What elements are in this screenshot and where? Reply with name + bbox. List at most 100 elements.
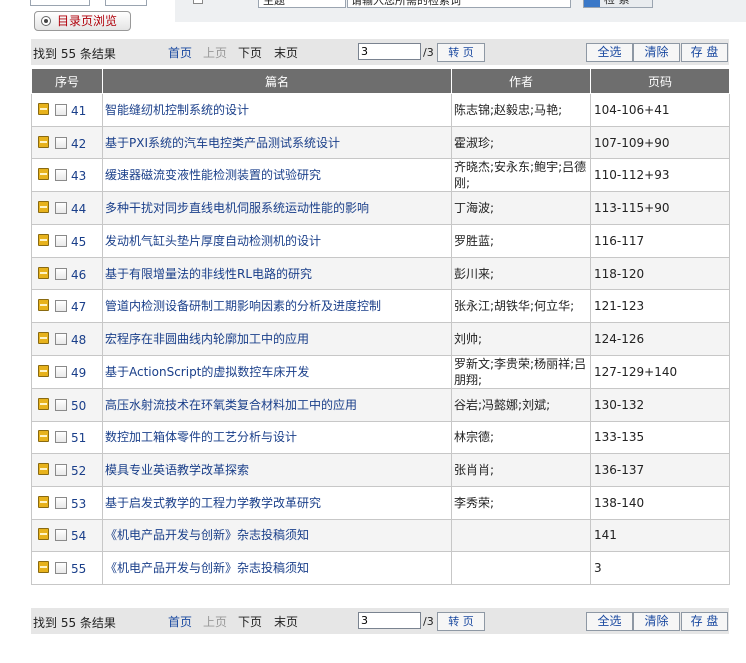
save-button[interactable]: 存 盘 (681, 612, 728, 631)
book-icon[interactable] (38, 135, 49, 148)
article-title-link[interactable]: 基于启发式教学的工程力学教学改革研究 (102, 485, 452, 520)
save-button[interactable]: 存 盘 (681, 43, 728, 62)
pages-cell: 116-117 (590, 224, 730, 258)
article-title-link[interactable]: 发动机气缸头垫片厚度自动检测机的设计 (102, 224, 452, 258)
row-checkbox[interactable] (55, 136, 67, 149)
article-title-link[interactable]: 基于PXI系统的汽车电控类产品测试系统设计 (102, 125, 452, 160)
row-checkbox[interactable] (55, 431, 67, 444)
row-checkbox[interactable] (55, 496, 67, 509)
row-checkbox[interactable] (55, 562, 67, 575)
prev-page-link: 上页 (203, 46, 228, 60)
total-pages: /3 (423, 46, 434, 59)
first-page-link[interactable]: 首页 (168, 613, 192, 630)
row-seq-cell: 42 (31, 125, 103, 160)
header-author: 作者 (451, 68, 591, 94)
row-checkbox[interactable] (55, 169, 67, 182)
book-icon[interactable] (38, 233, 49, 246)
article-title-link[interactable]: 《机电产品开发与创新》杂志投稿须知 (102, 518, 452, 553)
article-title-link[interactable]: 缓速器磁流变液性能检测装置的试验研究 (102, 158, 452, 193)
author-cell: 霍淑珍; (451, 125, 591, 160)
search-option-checkbox[interactable] (193, 0, 203, 4)
article-title-link[interactable]: 数控加工箱体零件的工艺分析与设计 (102, 420, 452, 455)
clear-button[interactable]: 清除 (633, 43, 680, 62)
row-number: 53 (71, 496, 87, 511)
pages-cell: 3 (590, 551, 730, 585)
row-checkbox[interactable] (55, 464, 67, 477)
book-icon[interactable] (38, 266, 49, 279)
author-cell: 丁海波; (451, 191, 591, 226)
article-title-link[interactable]: 基于ActionScript的虚拟数控车床开发 (102, 354, 452, 389)
article-title-link[interactable]: 高压水射流技术在环氧类复合材料加工中的应用 (102, 387, 452, 422)
select-all-button[interactable]: 全选 (586, 43, 633, 62)
book-icon[interactable] (38, 528, 49, 541)
table-row: 48 宏程序在非圆曲线内轮廓加工中的应用 刘帅; 124-126 (31, 322, 730, 356)
row-checkbox[interactable] (55, 529, 67, 542)
row-number: 51 (71, 431, 87, 446)
jump-page-button[interactable]: 转 页 (437, 612, 485, 631)
last-page-link[interactable]: 末页 (274, 44, 298, 61)
jump-page-button[interactable]: 转 页 (437, 43, 485, 62)
pages-cell: 141 (590, 518, 730, 553)
pager-top: 找到 55 条结果 首页 上页 下页 末页 /3 转 页 全选 清除 存 盘 (31, 39, 729, 65)
chevron-down-icon: ▼ (335, 0, 342, 2)
book-icon[interactable] (38, 201, 49, 214)
row-seq-cell: 45 (31, 224, 103, 258)
row-checkbox[interactable] (55, 202, 67, 215)
page-number-input[interactable] (358, 612, 421, 629)
date-from-input[interactable] (30, 0, 90, 6)
pages-cell: 113-115+90 (590, 191, 730, 226)
first-page-link[interactable]: 首页 (168, 44, 192, 61)
article-title-link[interactable]: 多种干扰对同步直线电机伺服系统运动性能的影响 (102, 191, 452, 226)
book-icon[interactable] (38, 561, 49, 574)
row-checkbox[interactable] (55, 300, 67, 313)
result-count: 找到 55 条结果 (33, 47, 116, 61)
article-title-link[interactable]: 模具专业英语教学改革探索 (102, 453, 452, 487)
pages-cell: 138-140 (590, 485, 730, 520)
table-row: 53 基于启发式教学的工程力学教学改革研究 李秀荣; 138-140 (31, 485, 730, 520)
book-icon[interactable] (38, 397, 49, 410)
last-page-link[interactable]: 末页 (274, 613, 298, 630)
book-icon[interactable] (38, 168, 49, 181)
row-number: 44 (71, 202, 87, 217)
row-seq-cell: 44 (31, 191, 103, 226)
book-icon[interactable] (38, 102, 49, 115)
clear-button[interactable]: 清除 (633, 612, 680, 631)
author-cell: 齐晓杰;安永东;鲍宇;吕德刚; (451, 158, 591, 193)
catalog-browse-label: 目录页浏览 (57, 14, 118, 28)
article-title-link[interactable]: 《机电产品开发与创新》杂志投稿须知 (102, 551, 452, 585)
book-icon[interactable] (38, 463, 49, 476)
book-icon[interactable] (38, 430, 49, 443)
row-seq-cell: 46 (31, 256, 103, 291)
pages-cell: 124-126 (590, 322, 730, 356)
article-title-link[interactable]: 宏程序在非圆曲线内轮廓加工中的应用 (102, 322, 452, 356)
select-all-button[interactable]: 全选 (586, 612, 633, 631)
article-title-link[interactable]: 管道内检测设备研制工期影响因素的分析及进度控制 (102, 289, 452, 324)
page-number-input[interactable] (358, 43, 421, 60)
search-field-select[interactable]: 主题 ▼ (258, 0, 346, 8)
row-checkbox[interactable] (55, 365, 67, 378)
row-checkbox[interactable] (55, 234, 67, 247)
table-row: 54 《机电产品开发与创新》杂志投稿须知 141 (31, 518, 730, 553)
row-seq-cell: 48 (31, 322, 103, 356)
date-to-input[interactable] (105, 0, 147, 6)
header-seq: 序号 (31, 68, 103, 94)
next-page-link[interactable]: 下页 (238, 44, 262, 61)
table-row: 47 管道内检测设备研制工期影响因素的分析及进度控制 张永江;胡铁华;何立华; 121… (31, 289, 730, 324)
search-button[interactable]: 检 索 (583, 0, 653, 8)
book-icon[interactable] (38, 299, 49, 312)
row-checkbox[interactable] (55, 103, 67, 116)
next-page-link[interactable]: 下页 (238, 613, 262, 630)
row-checkbox[interactable] (55, 398, 67, 411)
book-icon[interactable] (38, 495, 49, 508)
article-title-link[interactable]: 智能缝纫机控制系统的设计 (102, 93, 452, 127)
author-cell: 彭川来; (451, 256, 591, 291)
row-checkbox[interactable] (55, 267, 67, 280)
article-title-link[interactable]: 基于有限增量法的非线性RL电路的研究 (102, 256, 452, 291)
search-input[interactable]: 请输入您所需的检索词 (347, 0, 571, 8)
table-row: 44 多种干扰对同步直线电机伺服系统运动性能的影响 丁海波; 113-115+90 (31, 191, 730, 226)
book-icon[interactable] (38, 364, 49, 377)
search-field-value: 主题 (263, 0, 285, 7)
catalog-browse-button[interactable]: 目录页浏览 (34, 11, 131, 31)
row-checkbox[interactable] (55, 332, 67, 345)
book-icon[interactable] (38, 331, 49, 344)
